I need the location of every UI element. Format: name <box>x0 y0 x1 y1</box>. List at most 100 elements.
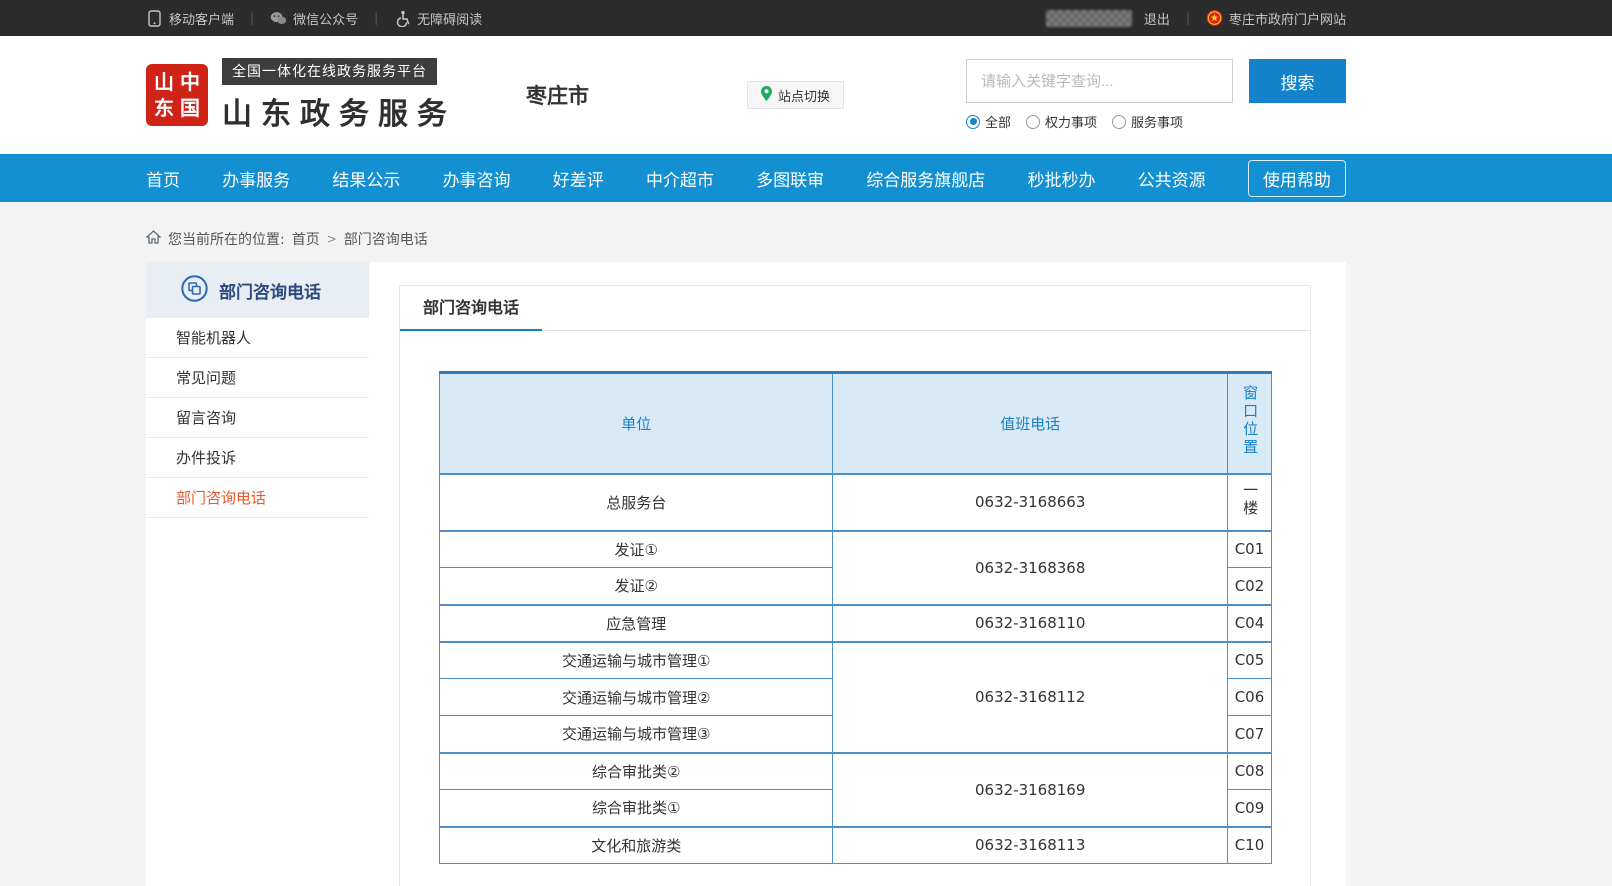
table-row: 应急管理0632-3168110C04 <box>440 605 1272 642</box>
unit-cell: 总服务台 <box>440 474 833 531</box>
radio-icon <box>1026 115 1040 129</box>
column-header-phone: 值班电话 <box>833 373 1227 474</box>
phone-cell: 0632-3168110 <box>833 605 1227 642</box>
window-cell: C05 <box>1227 642 1271 679</box>
tab-bar: 部门咨询电话 <box>400 286 1310 331</box>
seal-char: 国 <box>178 96 202 120</box>
phone-directory-icon <box>181 275 208 306</box>
divider: | <box>246 11 258 25</box>
breadcrumb-home-link[interactable]: 首页 <box>292 229 320 249</box>
accessibility-link[interactable]: 无障碍阅读 <box>394 9 482 28</box>
nav-item-6[interactable]: 多图联审 <box>756 166 824 191</box>
window-cell: C07 <box>1227 716 1271 753</box>
breadcrumb-current: 部门咨询电话 <box>344 229 428 249</box>
location-pin-icon <box>761 86 772 105</box>
wechat-link[interactable]: 微信公众号 <box>270 9 358 28</box>
table-row: 交通运输与城市管理①0632-3168112C05 <box>440 642 1272 679</box>
table-row: 综合审批类②0632-3168169C08 <box>440 753 1272 790</box>
nav-item-8[interactable]: 秒批秒办 <box>1028 166 1096 191</box>
nav-item-10[interactable]: 使用帮助 <box>1248 160 1346 197</box>
phone-cell: 0632-3168113 <box>833 827 1227 864</box>
column-header-window: 窗口位置 <box>1227 373 1271 474</box>
sidebar-item-3[interactable]: 办件投诉 <box>146 438 369 478</box>
window-cell: C09 <box>1227 790 1271 827</box>
window-cell: C08 <box>1227 753 1271 790</box>
logout-link[interactable]: 退出 <box>1144 9 1170 28</box>
content-panel: 部门咨询电话 智能机器人常见问题留言咨询办件投诉部门咨询电话 部门咨询电话 单位… <box>146 262 1346 886</box>
city-name: 枣庄市 <box>526 80 589 110</box>
radio-icon <box>966 115 980 129</box>
sidebar-item-0[interactable]: 智能机器人 <box>146 318 369 358</box>
window-cell: 一楼 <box>1227 474 1271 531</box>
sidebar-title: 部门咨询电话 <box>219 278 321 303</box>
sidebar: 部门咨询电话 智能机器人常见问题留言咨询办件投诉部门咨询电话 <box>146 262 369 518</box>
phone-cell: 0632-3168368 <box>833 531 1227 605</box>
logo-text: 全国一体化在线政务服务平台 山东政务服务 <box>222 58 456 133</box>
search-scope-radios: 全部权力事项 服务事项 <box>966 112 1346 131</box>
search-button[interactable]: 搜索 <box>1249 59 1346 103</box>
sidebar-item-2[interactable]: 留言咨询 <box>146 398 369 438</box>
nav-item-3[interactable]: 办事咨询 <box>443 166 511 191</box>
unit-cell: 发证① <box>440 531 833 568</box>
unit-cell: 综合审批类① <box>440 790 833 827</box>
search-zone: 搜索 全部权力事项 服务事项 <box>966 59 1346 131</box>
tab-department-phones[interactable]: 部门咨询电话 <box>400 286 542 331</box>
seal-char: 东 <box>152 96 176 120</box>
column-header-unit: 单位 <box>440 373 833 474</box>
site-name: 山东政务服务 <box>222 89 456 133</box>
search-scope-1[interactable]: 权力事项 <box>1026 112 1097 131</box>
phone-cell: 0632-3168112 <box>833 642 1227 753</box>
sidebar-items: 智能机器人常见问题留言咨询办件投诉部门咨询电话 <box>146 318 369 518</box>
nav-item-1[interactable]: 办事服务 <box>222 166 290 191</box>
table-row: 总服务台0632-3168663一楼 <box>440 474 1272 531</box>
username-redacted <box>1046 10 1132 27</box>
window-cell: C04 <box>1227 605 1271 642</box>
unit-cell: 交通运输与城市管理① <box>440 642 833 679</box>
shandong-seal-logo: 山 中 东 国 <box>146 64 208 126</box>
seal-char: 山 <box>152 70 176 94</box>
breadcrumb-prefix: 您当前所在的位置: <box>168 229 285 249</box>
table-row: 发证①0632-3168368C01 <box>440 531 1272 568</box>
search-input[interactable] <box>966 59 1233 103</box>
nav-item-9[interactable]: 公共资源 <box>1138 166 1206 191</box>
radio-icon <box>1112 115 1126 129</box>
window-cell: C02 <box>1227 568 1271 605</box>
phone-table-body: 总服务台0632-3168663一楼发证①0632-3168368C01发证②C… <box>440 474 1272 864</box>
unit-cell: 综合审批类② <box>440 753 833 790</box>
nav-item-4[interactable]: 好差评 <box>553 166 604 191</box>
search-scope-2[interactable]: 服务事项 <box>1112 112 1183 131</box>
nav-item-7[interactable]: 综合服务旗舰店 <box>866 166 985 191</box>
search-scope-0[interactable]: 全部 <box>966 112 1011 131</box>
sidebar-item-4[interactable]: 部门咨询电话 <box>146 478 369 518</box>
nav-item-5[interactable]: 中介超市 <box>646 166 714 191</box>
platform-badge: 全国一体化在线政务服务平台 <box>222 58 437 85</box>
phone-directory-table: 单位 值班电话 窗口位置 总服务台0632-3168663一楼发证①0632-3… <box>439 371 1272 864</box>
sidebar-header: 部门咨询电话 <box>146 262 369 318</box>
breadcrumb: 您当前所在的位置: 首页 > 部门咨询电话 <box>146 229 1346 249</box>
divider: | <box>370 11 382 25</box>
topbar-left: 移动客户端 | 微信公众号 | 无障碍阅读 <box>146 9 482 28</box>
site-switch-button[interactable]: 站点切换 <box>747 81 844 109</box>
unit-cell: 应急管理 <box>440 605 833 642</box>
site-logo[interactable]: 山 中 东 国 全国一体化在线政务服务平台 山东政务服务 <box>146 58 456 133</box>
wechat-label: 微信公众号 <box>293 9 358 28</box>
unit-cell: 交通运输与城市管理② <box>440 679 833 716</box>
window-cell: C01 <box>1227 531 1271 568</box>
nav-item-0[interactable]: 首页 <box>146 166 180 191</box>
nav-items: 首页 办事服务 结果公示 办事咨询 好差评 中介超市 多图联审 综合服务旗舰店 秒批秒办 公共资源… <box>146 154 1346 202</box>
window-cell: C10 <box>1227 827 1271 864</box>
phone-cell: 0632-3168169 <box>833 753 1227 827</box>
topbar-right: 退出 | 枣庄市政府门户网站 <box>1046 9 1346 28</box>
search-scope-label: 服务事项 <box>1131 112 1183 131</box>
wechat-icon <box>270 10 287 27</box>
unit-cell: 发证② <box>440 568 833 605</box>
window-cell: C06 <box>1227 679 1271 716</box>
breadcrumb-separator: > <box>327 232 337 246</box>
portal-link[interactable]: 枣庄市政府门户网站 <box>1206 9 1346 28</box>
sidebar-item-1[interactable]: 常见问题 <box>146 358 369 398</box>
divider: | <box>1182 11 1194 25</box>
nav-item-2[interactable]: 结果公示 <box>332 166 400 191</box>
mobile-icon <box>146 10 163 27</box>
mobile-client-link[interactable]: 移动客户端 <box>146 9 234 28</box>
seal-char: 中 <box>178 70 202 94</box>
